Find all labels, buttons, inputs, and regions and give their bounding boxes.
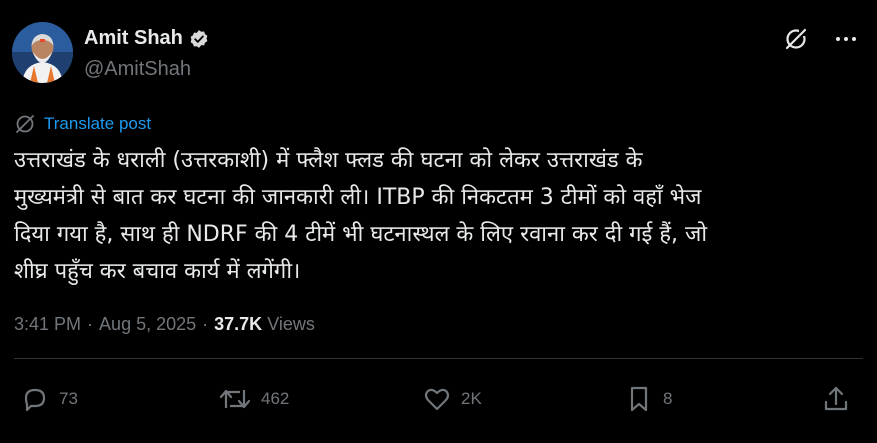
bookmark-icon bbox=[630, 386, 648, 412]
like-count: 2K bbox=[461, 389, 482, 408]
action-bar: 73 462 2K 8 bbox=[0, 384, 877, 424]
bookmark-count: 8 bbox=[663, 389, 673, 408]
repost-arrows-icon bbox=[219, 389, 251, 409]
reply-count: 73 bbox=[59, 389, 78, 408]
post-text: उत्तराखंड के धराली (उत्तरकाशी) में फ्लैश… bbox=[14, 148, 708, 284]
avatar[interactable] bbox=[12, 22, 73, 83]
author-row: Amit Shah bbox=[84, 27, 209, 50]
author-name[interactable]: Amit Shah bbox=[84, 27, 183, 50]
views-label: Views bbox=[267, 314, 315, 334]
repost-button[interactable]: 462 bbox=[218, 384, 289, 414]
translate-post-link[interactable]: Translate post bbox=[14, 113, 151, 135]
reply-button[interactable]: 73 bbox=[20, 384, 78, 414]
post-date[interactable]: Aug 5, 2025 bbox=[99, 314, 196, 335]
meta-separator: · bbox=[202, 314, 209, 334]
grok-icon[interactable] bbox=[783, 26, 809, 52]
share-button[interactable] bbox=[821, 384, 851, 414]
post-meta: 3:41 PM · Aug 5, 2025 · 37.7K Views bbox=[14, 314, 315, 335]
like-button[interactable]: 2K bbox=[422, 384, 482, 414]
meta-separator: · bbox=[87, 314, 94, 334]
more-dots-icon[interactable] bbox=[833, 26, 859, 52]
post-header-actions bbox=[783, 26, 859, 52]
verified-badge-icon bbox=[190, 29, 208, 48]
translate-label: Translate post bbox=[44, 114, 152, 133]
bookmark-button[interactable]: 8 bbox=[624, 384, 672, 414]
divider bbox=[14, 358, 863, 359]
avatar-image bbox=[12, 22, 73, 83]
share-upload-icon bbox=[824, 386, 848, 411]
post-time[interactable]: 3:41 PM bbox=[14, 314, 81, 335]
reply-bubble-icon bbox=[24, 388, 46, 412]
heart-icon bbox=[424, 388, 450, 411]
translate-globe-icon bbox=[16, 115, 34, 133]
repost-count: 462 bbox=[261, 389, 290, 408]
author-handle[interactable]: @AmitShah bbox=[84, 58, 191, 81]
views-count: 37.7K bbox=[214, 314, 263, 334]
